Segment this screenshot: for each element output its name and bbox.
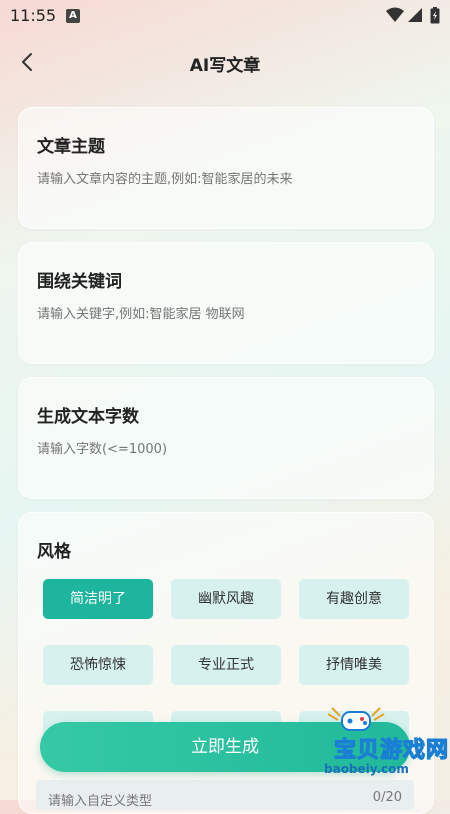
notification-a-icon: A xyxy=(66,9,80,23)
style-label: 风格 xyxy=(37,542,71,562)
style-chip-creative[interactable]: 有趣创意 xyxy=(299,579,409,619)
topic-label: 文章主题 xyxy=(37,137,105,157)
style-chip-formal[interactable]: 专业正式 xyxy=(171,645,281,685)
style-chip-humorous[interactable]: 幽默风趣 xyxy=(171,579,281,619)
word-count-card: 生成文本字数 xyxy=(18,377,434,499)
word-count-label: 生成文本字数 xyxy=(37,407,139,427)
watermark: 宝贝游戏网 baobeiy.com xyxy=(300,706,450,782)
style-chip-lyrical[interactable]: 抒情唯美 xyxy=(299,645,409,685)
wifi-icon xyxy=(386,7,404,22)
signal-icon xyxy=(408,8,422,22)
keywords-label: 围绕关键词 xyxy=(37,272,122,292)
watermark-url: baobeiy.com xyxy=(324,762,409,776)
topic-card: 文章主题 xyxy=(18,107,434,229)
word-count-input[interactable] xyxy=(37,442,415,457)
page-title: AI写文章 xyxy=(189,56,261,76)
header: AI写文章 xyxy=(0,38,450,88)
keywords-input[interactable] xyxy=(37,307,415,322)
style-chip-thriller[interactable]: 恐怖惊悚 xyxy=(43,645,153,685)
style-chip-concise[interactable]: 简洁明了 xyxy=(43,579,153,619)
custom-type-counter: 0/20 xyxy=(372,790,402,805)
topic-input[interactable] xyxy=(37,172,415,187)
battery-icon xyxy=(430,7,440,24)
status-time: 11:55 xyxy=(10,6,57,25)
watermark-text: 宝贝游戏网 xyxy=(333,737,450,763)
keywords-card: 围绕关键词 xyxy=(18,242,434,364)
custom-type-input[interactable]: 请输入自定义类型 0/20 xyxy=(36,780,414,810)
status-bar: 11:55 A xyxy=(0,0,450,32)
